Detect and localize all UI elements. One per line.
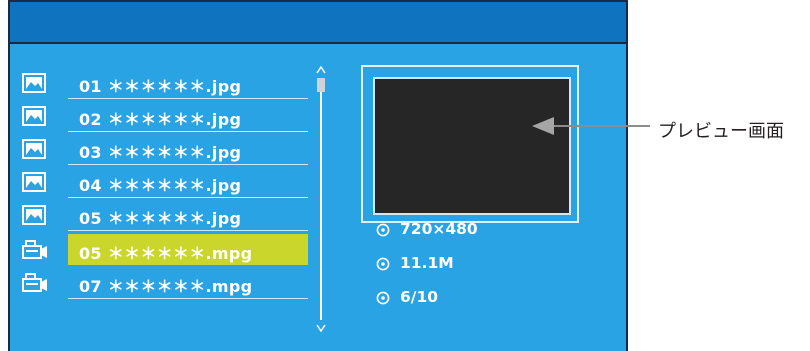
scroll-down-icon[interactable] — [316, 324, 326, 332]
resolution-value: 720×480 — [400, 220, 478, 238]
file-list-item[interactable]: 04 ＊＊＊＊＊＊.jpg — [10, 165, 320, 198]
file-list-item[interactable]: 07 ＊＊＊＊＊＊.mpg — [10, 266, 320, 299]
file-browser-screen: 01 ＊＊＊＊＊＊.jpg 02 ＊＊＊＊＊＊.jpg 03 ＊＊＊＊＊＊.jpg 0… — [8, 0, 628, 351]
file-name: 03 ＊＊＊＊＊＊.jpg — [79, 143, 242, 162]
file-name: 02 ＊＊＊＊＊＊.jpg — [79, 110, 242, 129]
scroll-up-icon[interactable] — [316, 66, 326, 74]
file-list-item[interactable]: 05 ＊＊＊＊＊＊.mpg — [10, 233, 320, 266]
video-camera-icon — [22, 273, 47, 293]
file-list-item[interactable]: 01 ＊＊＊＊＊＊.jpg — [10, 66, 320, 99]
file-size-value: 11.1M — [400, 254, 454, 272]
file-name-cell[interactable]: 01 ＊＊＊＊＊＊.jpg — [68, 66, 308, 99]
file-name: 01 ＊＊＊＊＊＊.jpg — [79, 77, 242, 96]
file-name: 05 ＊＊＊＊＊＊.mpg — [79, 244, 253, 263]
image-icon — [22, 139, 46, 159]
file-name-cell[interactable]: 07 ＊＊＊＊＊＊.mpg — [68, 266, 308, 299]
file-name: 07 ＊＊＊＊＊＊.mpg — [79, 277, 253, 296]
file-name-cell[interactable]: 05 ＊＊＊＊＊＊.jpg — [68, 198, 308, 231]
file-name-cell[interactable]: 05 ＊＊＊＊＊＊.mpg — [68, 234, 308, 265]
header-bar — [10, 0, 626, 44]
video-camera-icon — [22, 240, 47, 260]
file-name-cell[interactable]: 03 ＊＊＊＊＊＊.jpg — [68, 132, 308, 165]
file-name: 04 ＊＊＊＊＊＊.jpg — [79, 176, 242, 195]
preview-screen — [373, 77, 571, 215]
scroll-track[interactable] — [320, 78, 322, 320]
image-icon — [22, 106, 46, 126]
circle-dot-icon — [376, 223, 390, 237]
circle-dot-icon — [376, 291, 390, 305]
scrollbar[interactable] — [313, 66, 329, 336]
info-position: 6/10 — [374, 286, 574, 310]
file-list-item[interactable]: 02 ＊＊＊＊＊＊.jpg — [10, 99, 320, 132]
circle-dot-icon — [376, 257, 390, 271]
preview-callout-label: プレビュー画面 — [658, 121, 784, 142]
file-name: 05 ＊＊＊＊＊＊.jpg — [79, 209, 242, 228]
file-position-value: 6/10 — [400, 288, 439, 306]
file-list-item[interactable]: 05 ＊＊＊＊＊＊.jpg — [10, 198, 320, 231]
file-name-cell[interactable]: 04 ＊＊＊＊＊＊.jpg — [68, 165, 308, 198]
info-size: 11.1M — [374, 252, 574, 276]
image-icon — [22, 172, 46, 192]
file-name-cell[interactable]: 02 ＊＊＊＊＊＊.jpg — [68, 99, 308, 132]
scroll-thumb[interactable] — [317, 78, 325, 92]
info-resolution: 720×480 — [374, 218, 574, 242]
file-list-item[interactable]: 03 ＊＊＊＊＊＊.jpg — [10, 132, 320, 165]
image-icon — [22, 205, 46, 225]
image-icon — [22, 73, 46, 93]
